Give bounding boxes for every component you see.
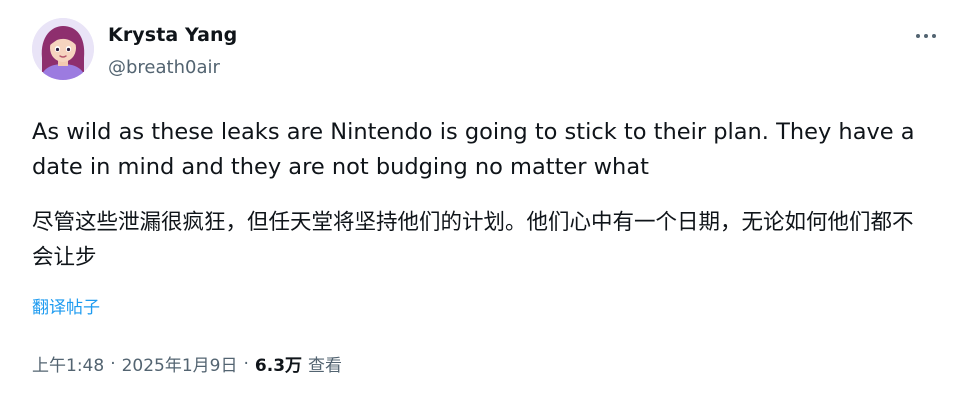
meta-separator: · [110, 353, 116, 374]
views-count[interactable]: 6.3万 [255, 351, 302, 376]
avatar[interactable] [32, 18, 94, 80]
more-dot [932, 34, 936, 38]
more-horizontal-icon [916, 34, 920, 38]
avatar-illustration [32, 18, 94, 80]
tweet-time[interactable]: 上午1:48 [32, 351, 104, 376]
tweet-text-english: As wild as these leaks are Nintendo is g… [32, 119, 915, 180]
tweet-meta: 上午1:48 · 2025年1月9日 · 6.3万 查看 [32, 351, 343, 377]
views-label: 查看 [308, 356, 343, 376]
translate-post-link[interactable]: 翻译帖子 [32, 293, 100, 318]
more-options-button[interactable] [908, 22, 944, 50]
author-handle[interactable]: @breath0air [108, 57, 220, 78]
author-display-name[interactable]: Krysta Yang [108, 24, 237, 46]
meta-separator: · [243, 353, 249, 374]
more-dot [924, 34, 928, 38]
tweet-date[interactable]: 2025年1月9日 [122, 351, 238, 376]
tweet-text-chinese: 尽管这些泄漏很疯狂，但任天堂将坚持他们的计划。他们心中有一个日期，无论如何他们都… [32, 210, 914, 270]
tweet-card: Krysta Yang @breath0air As wild as these… [0, 0, 960, 401]
